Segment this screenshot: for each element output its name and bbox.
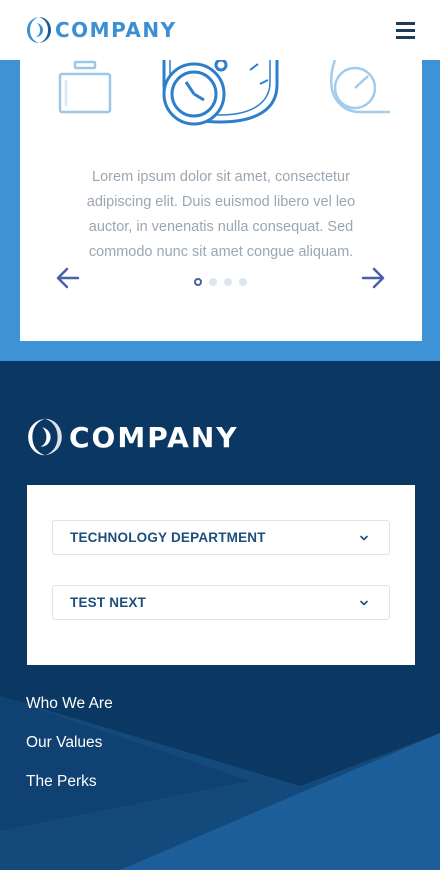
chevron-down-icon: [360, 600, 368, 606]
pagination-dot[interactable]: [224, 278, 232, 286]
footer-brand-logo[interactable]: COMPANY: [26, 416, 239, 458]
footer-link-our-values[interactable]: Our Values: [26, 733, 113, 772]
hamburger-menu-icon[interactable]: [396, 22, 415, 39]
slide-text: Lorem ipsum dolor sit amet, consectetur …: [86, 168, 356, 260]
department-select-value: TECHNOLOGY DEPARTMENT: [70, 530, 266, 545]
department-filter-panel: TECHNOLOGY DEPARTMENT TEST NEXT: [27, 485, 415, 665]
secondary-select[interactable]: TEST NEXT: [52, 585, 390, 620]
footer-link-the-perks[interactable]: The Perks: [26, 772, 113, 811]
slider-pagination: [194, 278, 247, 286]
testimonial-card: Lorem ipsum dolor sit amet, consectetur …: [20, 60, 422, 341]
stopwatch-icon: [162, 60, 279, 126]
monitor-icon: [58, 60, 112, 114]
secondary-select-value: TEST NEXT: [70, 595, 147, 610]
slide-icons: [58, 60, 390, 126]
chevron-down-icon: [360, 535, 368, 541]
arrow-left-icon[interactable]: [56, 267, 80, 289]
company-logo-icon: [28, 418, 62, 456]
company-logo-icon: [27, 17, 51, 43]
brand-name: COMPANY: [55, 18, 177, 42]
pagination-dot[interactable]: [209, 278, 217, 286]
brand-logo[interactable]: COMPANY: [26, 15, 177, 45]
pagination-dot[interactable]: [194, 278, 202, 286]
gauge-icon: [329, 60, 390, 114]
footer-brand-name: COMPANY: [69, 420, 239, 454]
footer-nav: Who We Are Our Values The Perks: [26, 694, 113, 811]
footer-link-who-we-are[interactable]: Who We Are: [26, 694, 113, 733]
site-header: COMPANY: [0, 0, 440, 60]
site-footer: COMPANY TECHNOLOGY DEPARTMENT TEST NEXT …: [0, 361, 440, 870]
hero-section: Lorem ipsum dolor sit amet, consectetur …: [0, 60, 440, 361]
department-select[interactable]: TECHNOLOGY DEPARTMENT: [52, 520, 390, 555]
pagination-dot[interactable]: [239, 278, 247, 286]
arrow-right-icon[interactable]: [361, 267, 385, 289]
